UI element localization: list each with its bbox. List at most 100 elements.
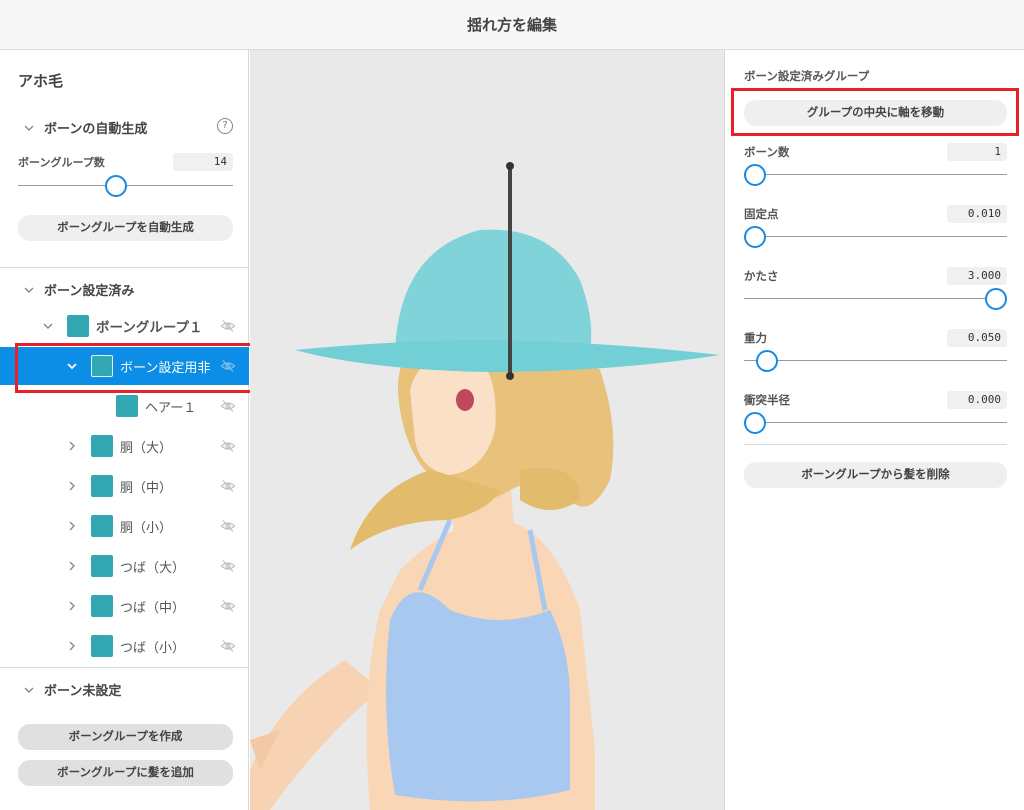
- chevron-right-icon[interactable]: [66, 600, 78, 612]
- collision-radius-value[interactable]: 0.000: [947, 391, 1007, 409]
- slider-track: [744, 298, 1007, 299]
- chevron-right-icon[interactable]: [66, 480, 78, 492]
- bone-joint-top[interactable]: [506, 162, 514, 170]
- chevron-right-icon[interactable]: [66, 520, 78, 532]
- tree-row-body-small[interactable]: 胴（小）: [0, 507, 249, 545]
- chevron-right-icon[interactable]: [66, 560, 78, 572]
- eye-hidden-icon[interactable]: [220, 398, 236, 414]
- auto-gen-header-label: ボーンの自動生成: [44, 122, 148, 137]
- slider-knob[interactable]: [756, 350, 779, 372]
- divider: [0, 667, 249, 668]
- tree-row-bone-group-1[interactable]: ボーングループ１: [0, 307, 249, 345]
- collision-radius-slider[interactable]: [744, 412, 1007, 434]
- fixed-point-value[interactable]: 0.010: [947, 205, 1007, 223]
- left-panel: アホ毛 ボーンの自動生成 ? ボーングループ数 14 ボーングループを自動生成 …: [0, 50, 249, 810]
- param-label: 重力: [744, 331, 767, 345]
- auto-generate-button[interactable]: ボーングループを自動生成: [18, 215, 233, 241]
- tree-item-label: つば（大）: [120, 560, 186, 576]
- eye-hidden-icon[interactable]: [220, 638, 236, 654]
- param-label: ボーン数: [744, 145, 790, 159]
- hat-crown: [395, 229, 592, 350]
- eye-hidden-icon[interactable]: [220, 598, 236, 614]
- unconfigured-section-header[interactable]: ボーン未設定: [22, 680, 121, 699]
- slider-knob[interactable]: [744, 412, 766, 434]
- group-count-label: ボーングループ数: [18, 156, 105, 169]
- tree-row-body-medium[interactable]: 胴（中）: [0, 467, 249, 505]
- tree-item-label: つば（小）: [120, 640, 186, 656]
- chevron-down-icon: [22, 121, 36, 135]
- color-swatch[interactable]: [67, 315, 89, 337]
- hair-name: アホ毛: [18, 72, 64, 90]
- group-header-label: ボーン設定済みグループ: [744, 69, 870, 83]
- chevron-down-icon[interactable]: [42, 320, 54, 332]
- gravity-slider[interactable]: [744, 350, 1007, 372]
- color-swatch[interactable]: [91, 555, 113, 577]
- divider: [0, 267, 249, 268]
- param-label: かたさ: [744, 269, 779, 283]
- slider-track: [744, 174, 1007, 175]
- chevron-down-icon: [22, 683, 36, 697]
- slider-knob[interactable]: [744, 164, 766, 186]
- param-label: 衝突半径: [744, 393, 790, 407]
- eye-hidden-icon[interactable]: [220, 558, 236, 574]
- highlight-box: [731, 88, 1019, 136]
- configured-section-header[interactable]: ボーン設定済み: [22, 280, 134, 299]
- tree-row-body-large[interactable]: 胴（大）: [0, 427, 249, 465]
- group-count-slider[interactable]: [18, 175, 233, 197]
- stiffness-slider[interactable]: [744, 288, 1007, 310]
- slider-knob[interactable]: [104, 175, 127, 197]
- group-count-value[interactable]: 14: [173, 153, 233, 171]
- title-bar: 揺れ方を編集: [0, 0, 1024, 50]
- slider-knob[interactable]: [744, 226, 766, 248]
- color-swatch[interactable]: [91, 515, 113, 537]
- chevron-right-icon[interactable]: [66, 640, 78, 652]
- remove-hair-from-group-button[interactable]: ボーングループから髪を削除: [744, 462, 1007, 488]
- tree-row-brim-small[interactable]: つば（小）: [0, 627, 249, 665]
- configured-header-label: ボーン設定済み: [44, 284, 135, 299]
- eye-hidden-icon[interactable]: [220, 518, 236, 534]
- tree-item-label: ボーングループ１: [96, 320, 203, 336]
- bone-joint-bottom[interactable]: [506, 372, 514, 380]
- right-panel: ボーン設定済みグループ グループの中央に軸を移動 ボーン数 1 固定点 0.01…: [724, 50, 1024, 810]
- color-swatch[interactable]: [91, 635, 113, 657]
- help-icon[interactable]: ?: [217, 118, 233, 134]
- 3d-viewport[interactable]: [250, 50, 724, 810]
- color-swatch[interactable]: [116, 395, 138, 417]
- tree-row-brim-medium[interactable]: つば（中）: [0, 587, 249, 625]
- eye-hidden-icon[interactable]: [220, 478, 236, 494]
- highlight-box: [15, 343, 265, 393]
- hat-brim: [295, 340, 720, 372]
- color-swatch[interactable]: [91, 435, 113, 457]
- character-top: [386, 592, 570, 802]
- chevron-right-icon[interactable]: [66, 440, 78, 452]
- tree-item-label: 胴（中）: [120, 480, 173, 496]
- tree-item-label: 胴（小）: [120, 520, 173, 536]
- add-hair-to-group-button[interactable]: ボーングループに髪を追加: [18, 760, 233, 786]
- character-render: [250, 162, 720, 810]
- tree-item-label: つば（中）: [120, 600, 186, 616]
- gravity-value[interactable]: 0.050: [947, 329, 1007, 347]
- eye-hidden-icon[interactable]: [220, 318, 236, 334]
- slider-track: [744, 422, 1007, 423]
- auto-gen-section-header[interactable]: ボーンの自動生成: [22, 118, 147, 137]
- create-bone-group-button[interactable]: ボーングループを作成: [18, 724, 233, 750]
- stiffness-value[interactable]: 3.000: [947, 267, 1007, 285]
- bone-count-value[interactable]: 1: [947, 143, 1007, 161]
- slider-knob[interactable]: [985, 288, 1007, 310]
- tree-row-brim-large[interactable]: つば（大）: [0, 547, 249, 585]
- tree-item-label: 胴（大）: [120, 440, 173, 456]
- eye-hidden-icon[interactable]: [220, 438, 236, 454]
- window-title: 揺れ方を編集: [466, 16, 557, 34]
- tree-item-label: ヘアー１: [145, 400, 197, 416]
- fixed-point-slider[interactable]: [744, 226, 1007, 248]
- character-eye: [456, 389, 474, 411]
- slider-track: [744, 360, 1007, 361]
- chevron-down-icon: [22, 283, 36, 297]
- divider: [744, 444, 1007, 445]
- slider-track: [744, 236, 1007, 237]
- bone-count-slider[interactable]: [744, 164, 1007, 186]
- color-swatch[interactable]: [91, 475, 113, 497]
- param-label: 固定点: [744, 207, 779, 221]
- unconfigured-header-label: ボーン未設定: [44, 684, 122, 699]
- color-swatch[interactable]: [91, 595, 113, 617]
